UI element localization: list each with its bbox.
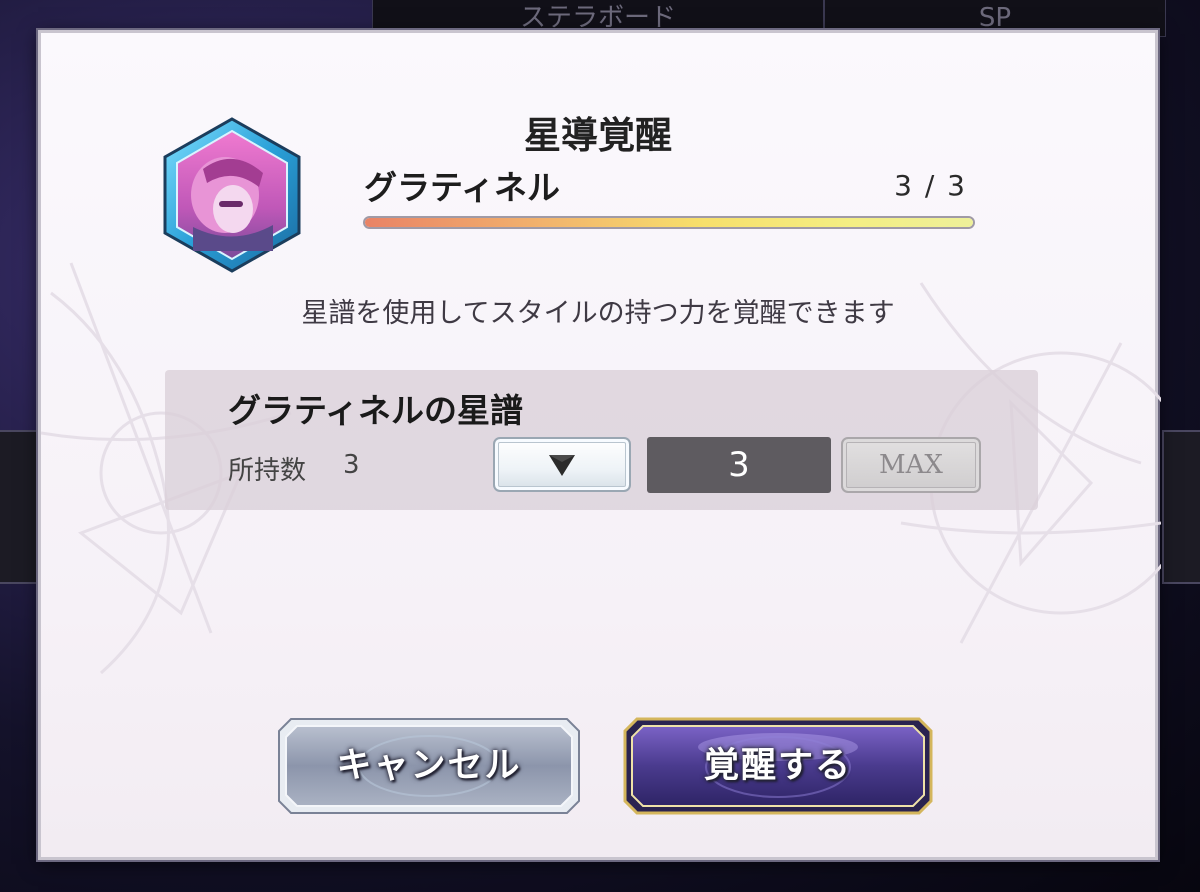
- awakening-dialog: 星導覚醒 グラティネル 3 / 3 星譜を使用してスタイルの持つ力を覚醒できます…: [38, 30, 1161, 860]
- background-right-panel: [1162, 430, 1200, 584]
- owned-count-value: 3: [343, 450, 360, 480]
- awaken-button-label: 覚醒する: [703, 745, 852, 786]
- character-name: グラティネル: [364, 168, 561, 207]
- material-panel: グラティネルの星譜 所持数 3 3 MAX: [165, 370, 1038, 510]
- quantity-value[interactable]: 3: [647, 437, 831, 493]
- awakening-progress-bar: [363, 216, 975, 229]
- awakening-count: 3 / 3: [894, 169, 967, 202]
- character-portrait-icon: [163, 117, 301, 273]
- decrease-button[interactable]: [493, 437, 631, 492]
- background-left-panel: [0, 430, 42, 584]
- material-title: グラティネルの星譜: [228, 391, 524, 430]
- cancel-button-label: キャンセル: [336, 745, 522, 786]
- awaken-button[interactable]: 覚醒する: [623, 717, 933, 815]
- down-triangle-icon: [549, 454, 575, 476]
- owned-count-label: 所持数: [228, 456, 307, 486]
- description-text: 星譜を使用してスタイルの持つ力を覚醒できます: [301, 298, 895, 329]
- cancel-button[interactable]: キャンセル: [277, 717, 581, 815]
- max-button[interactable]: MAX: [841, 437, 981, 493]
- awakening-progress-fill: [365, 218, 973, 227]
